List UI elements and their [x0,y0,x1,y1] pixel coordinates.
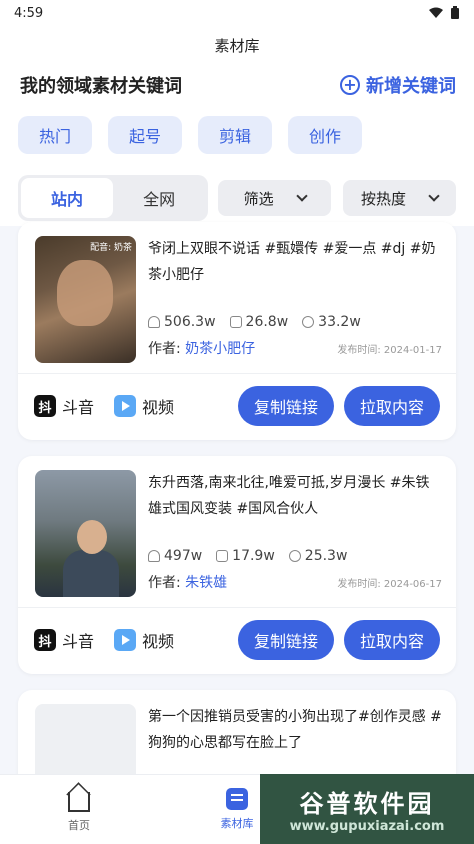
keyword-chip[interactable]: 起号 [108,116,182,154]
status-bar: 4:59 [0,0,474,26]
keyword-chip[interactable]: 剪辑 [198,116,272,154]
scope-segmented-control: 站内 全网 [18,175,209,221]
shares-stat: 25.3w [288,548,348,564]
status-time: 4:59 [14,5,44,21]
shares-count: 25.3w [304,548,348,564]
platform-label: 斗音 [62,632,95,651]
comment-icon [216,550,229,562]
thumbnail-figure-body [63,550,119,597]
add-keyword-label: 新增关键词 [366,76,456,97]
shares-stat: 33.2w [302,314,361,330]
author-name[interactable]: 奶茶小肥仔 [185,341,255,357]
douyin-icon: 抖 [34,629,56,651]
keyword-chips: 热门 起号 剪辑 创作 [0,106,474,164]
content-card[interactable]: 东升西落,南来北往,唯爱可抵,岁月漫长 #朱铁雄式国风变装 #国风合伙人 497… [18,456,456,674]
video-thumbnail[interactable]: 配音: 奶茶 [35,236,136,363]
content-list: 配音: 奶茶 爷闭上双眼不说话 #甄嬛传 #爱一点 #dj #奶茶小肥仔 506… [18,222,456,844]
keyword-chip[interactable]: 热门 [18,116,92,154]
copy-link-button[interactable]: 复制链接 [238,620,334,660]
thumbnail-caption: 配音: 奶茶 [90,243,132,253]
card-buttons: 复制链接 拉取内容 [238,386,440,426]
content-type-tag: 视频 [114,628,174,652]
tab-home[interactable]: 首页 [0,775,158,844]
comments-count: 17.9w [232,548,275,564]
likes-count: 497w [164,548,203,564]
thumbs-up-icon [148,550,160,562]
battery-icon [451,6,459,19]
author-row: 作者: 奶茶小肥仔 发布时间: 2024-01-17 [148,338,442,358]
author-row: 作者: 朱铁雄 发布时间: 2024-06-17 [148,572,442,592]
video-play-icon [114,395,137,417]
author-label: 作者: [148,341,181,357]
author-label: 作者: [148,575,181,591]
shares-count: 33.2w [318,314,361,330]
thumbnail-figure [77,520,107,554]
card-description: 爷闭上双眼不说话 #甄嬛传 #爱一点 #dj #奶茶小肥仔 [148,241,436,283]
comment-icon [229,316,242,328]
filter-label: 筛选 [243,189,274,208]
tab-home-label: 首页 [68,819,90,832]
filter-bar: 站内 全网 筛选 按热度 [0,164,474,226]
share-icon [288,550,301,562]
card-info: 爷闭上双眼不说话 #甄嬛传 #爱一点 #dj #奶茶小肥仔 506.3w 26.… [148,236,442,363]
publish-time: 发布时间: 2024-06-17 [337,578,442,590]
card-description: 东升西落,南来北往,唯爱可抵,岁月漫长 #朱铁雄式国风变装 #国风合伙人 [148,475,430,517]
watermark-title: 谷普软件园 [299,790,435,818]
sort-dropdown[interactable]: 按热度 [343,180,457,216]
top-bar: 素材库 [0,26,474,64]
tab-library-label: 素材库 [220,817,254,830]
library-icon [226,788,248,810]
likes-stat: 497w [148,548,202,564]
douyin-icon: 抖 [34,395,56,417]
segment-allweb[interactable]: 全网 [113,178,205,218]
comments-stat: 17.9w [216,548,275,564]
pull-content-button[interactable]: 拉取内容 [344,620,440,660]
comments-count: 26.8w [245,314,289,330]
segment-onsite[interactable]: 站内 [21,178,114,218]
page-title: 素材库 [214,36,260,55]
video-play-icon [114,629,137,651]
sort-label: 按热度 [361,189,407,208]
likes-stat: 506.3w [148,314,216,330]
platform-tag: 抖 斗音 [34,628,94,652]
card-buttons: 复制链接 拉取内容 [238,620,440,660]
wifi-icon [429,7,443,18]
comments-stat: 26.8w [229,314,289,330]
content-card[interactable]: 配音: 奶茶 爷闭上双眼不说话 #甄嬛传 #爱一点 #dj #奶茶小肥仔 506… [18,222,456,440]
card-info: 东升西落,南来北往,唯爱可抵,岁月漫长 #朱铁雄式国风变装 #国风合伙人 497… [148,470,442,597]
section-title: 我的领域素材关键词 [20,76,182,97]
content-type-label: 视频 [142,398,175,417]
publish-time: 发布时间: 2024-01-17 [337,344,442,356]
chevron-down-icon [295,190,308,202]
keyword-chip[interactable]: 创作 [288,116,362,154]
content-type-tag: 视频 [114,394,174,418]
likes-count: 506.3w [164,314,216,330]
status-icons [428,6,460,20]
site-watermark: 谷普软件园 www.gupuxiazai.com [260,774,474,844]
content-type-label: 视频 [142,632,175,651]
card-actions: 抖 斗音 视频 复制链接 拉取内容 [18,608,456,674]
watermark-url: www.gupuxiazai.com [289,819,445,834]
chevron-down-icon [428,190,440,202]
card-body: 东升西落,南来北往,唯爱可抵,岁月漫长 #朱铁雄式国风变装 #国风合伙人 497… [18,456,456,608]
home-icon [68,792,90,812]
plus-circle-icon: + [340,75,360,95]
thumbs-up-icon [148,316,160,328]
platform-label: 斗音 [62,398,95,417]
share-icon [302,316,315,328]
card-stats: 497w 17.9w 25.3w [148,548,442,564]
platform-tag: 抖 斗音 [34,394,94,418]
copy-link-button[interactable]: 复制链接 [238,386,334,426]
card-stats: 506.3w 26.8w 33.2w [148,314,442,330]
author-name[interactable]: 朱铁雄 [185,575,227,591]
video-thumbnail[interactable] [35,470,136,597]
pull-content-button[interactable]: 拉取内容 [344,386,440,426]
filter-dropdown[interactable]: 筛选 [218,180,332,216]
add-keyword-button[interactable]: + 新增关键词 [340,72,456,98]
card-actions: 抖 斗音 视频 复制链接 拉取内容 [18,374,456,440]
card-description: 第一个因推销员受害的小狗出现了#创作灵感 #狗狗的心思都写在脸上了 [148,709,442,751]
thumbnail-figure [57,260,113,326]
section-header: 我的领域素材关键词 + 新增关键词 [0,64,474,106]
card-body: 配音: 奶茶 爷闭上双眼不说话 #甄嬛传 #爱一点 #dj #奶茶小肥仔 506… [18,222,456,374]
